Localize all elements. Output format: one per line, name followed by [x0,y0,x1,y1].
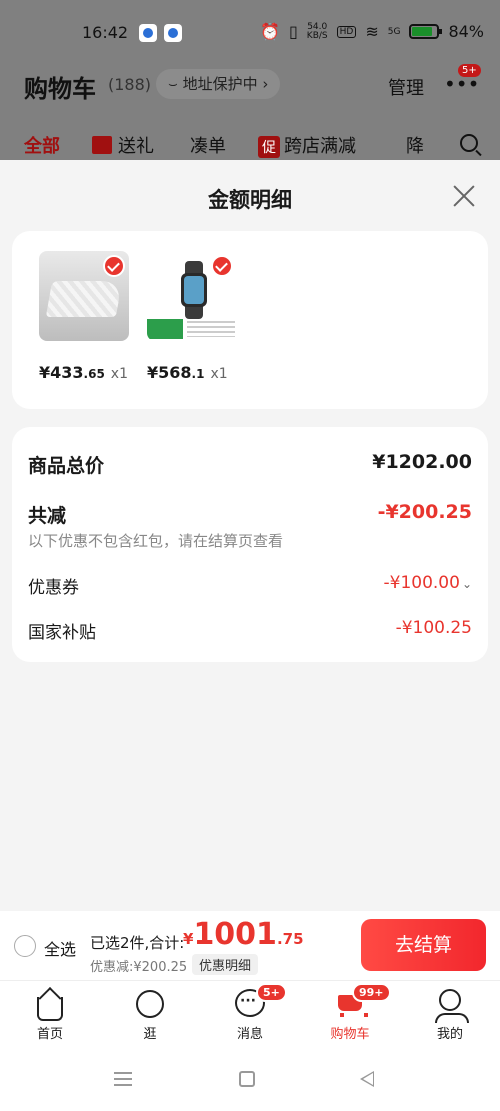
product-image [147,251,237,341]
products-card: ¥433.65 x1 ¥568.1 x1 [12,231,488,409]
bottom-nav: 首页 逛 5+ 消息 99+ 购物车 我的 [0,981,500,1047]
coupon-value: -¥100.00 ⌄ [383,573,473,593]
select-all-radio[interactable] [14,935,36,957]
address-protection[interactable]: ⌣ 地址保护中 › [156,69,281,99]
cart-badge: 99+ [352,983,391,1002]
home-button-icon[interactable] [239,1071,255,1087]
manage-button[interactable]: 管理 [388,74,424,100]
subsidy-label: 国家补贴 [28,623,96,643]
chevron-down-icon[interactable]: ⌄ [462,577,472,591]
app-notification-icon [139,24,157,42]
more-badge: 5+ [458,64,481,77]
total-price: ¥1001.75 [183,917,304,952]
subsidy-banner [147,319,183,339]
vibrate-icon: ▯ [288,22,298,41]
product-image [39,251,129,341]
reduce-label: 共减 [28,505,67,527]
wifi-icon: ≋ [365,22,379,41]
checkout-bar: 全选 已选2件,合计: ¥1001.75 优惠减:¥200.25 优惠明细 去结… [0,911,500,981]
tab-combine[interactable]: 凑单 [190,132,226,158]
net-speed: 54.0 KB/S [306,21,328,41]
nav-cart[interactable]: 99+ 购物车 [300,981,400,1047]
status-time: 16:42 [82,23,129,42]
selected-summary: 已选2件,合计: [90,934,185,952]
profile-icon [435,989,469,1023]
messages-badge: 5+ [256,983,287,1002]
battery-percent: 84% [448,22,484,41]
spec-lines [187,321,235,337]
nav-home[interactable]: 首页 [0,981,100,1047]
promo-tag: 促 [258,136,280,158]
cart-count: (188) [108,75,152,94]
search-icon[interactable] [460,134,478,152]
hd-icon: HD [336,25,357,38]
reduce-value: -¥200.25 [377,501,472,523]
system-nav-bar [0,1047,500,1111]
coupon-label: 优惠券 [28,578,79,598]
discount-amount: 优惠减:¥200.25 [90,960,188,975]
checkout-button[interactable]: 去结算 [361,919,486,971]
product-item[interactable]: ¥433.65 x1 [39,251,129,382]
tab-price-drop[interactable]: 降 [406,132,424,158]
tab-gift[interactable]: 送礼 [92,132,154,158]
alarm-icon: ⏰ [260,22,280,41]
gift-icon [92,136,112,154]
nav-profile[interactable]: 我的 [400,981,500,1047]
subsidy-value: -¥100.25 [395,618,472,638]
status-bar: 16:42 ⏰ ▯ 54.0 KB/S HD ≋ 5G 84% [0,0,500,64]
status-icons: ⏰ ▯ 54.0 KB/S HD ≋ 5G 84% [260,22,484,41]
amount-detail-sheet: 金额明细 ¥433.65 x1 ¥568.1 x1 商品总价 ¥1202.00 … [0,160,500,911]
product-price: ¥568.1 x1 [147,363,228,382]
tab-cross-store[interactable]: 促跨店满减 [258,132,356,158]
nav-messages[interactable]: 5+ 消息 [200,981,300,1047]
sheet-title: 金额明细 [208,188,292,212]
product-item[interactable]: ¥568.1 x1 [147,251,237,382]
tab-all[interactable]: 全部 [24,132,60,158]
page-title: 购物车 [24,75,96,103]
cart-header: 购物车 (188) ⌣ 地址保护中 › 管理 ••• 5+ 全部 送礼 凑单 促… [0,64,500,160]
close-icon[interactable] [452,184,476,208]
cart-tabs: 全部 送礼 凑单 促跨店满减 降 [0,132,500,160]
product-price: ¥433.65 x1 [39,363,128,382]
check-icon[interactable] [211,255,233,277]
face-icon [135,989,165,1018]
total-value: ¥1202.00 [372,451,472,473]
summary-card: 商品总价 ¥1202.00 共减 -¥200.25 以下优惠不包含红包，请在结算… [12,427,488,662]
battery-icon [409,24,443,39]
signal-icon: 5G [387,26,401,37]
recent-apps-icon[interactable] [114,1072,132,1086]
home-icon [35,987,65,1021]
app-notification-icon [164,24,182,42]
select-all-label[interactable]: 全选 [44,936,76,960]
check-icon[interactable] [103,255,125,277]
nav-browse[interactable]: 逛 [100,981,200,1047]
back-icon[interactable] [360,1071,374,1087]
watch-face [181,273,207,307]
total-label: 商品总价 [28,455,105,477]
discount-detail-button[interactable]: 优惠明细 [192,954,259,975]
